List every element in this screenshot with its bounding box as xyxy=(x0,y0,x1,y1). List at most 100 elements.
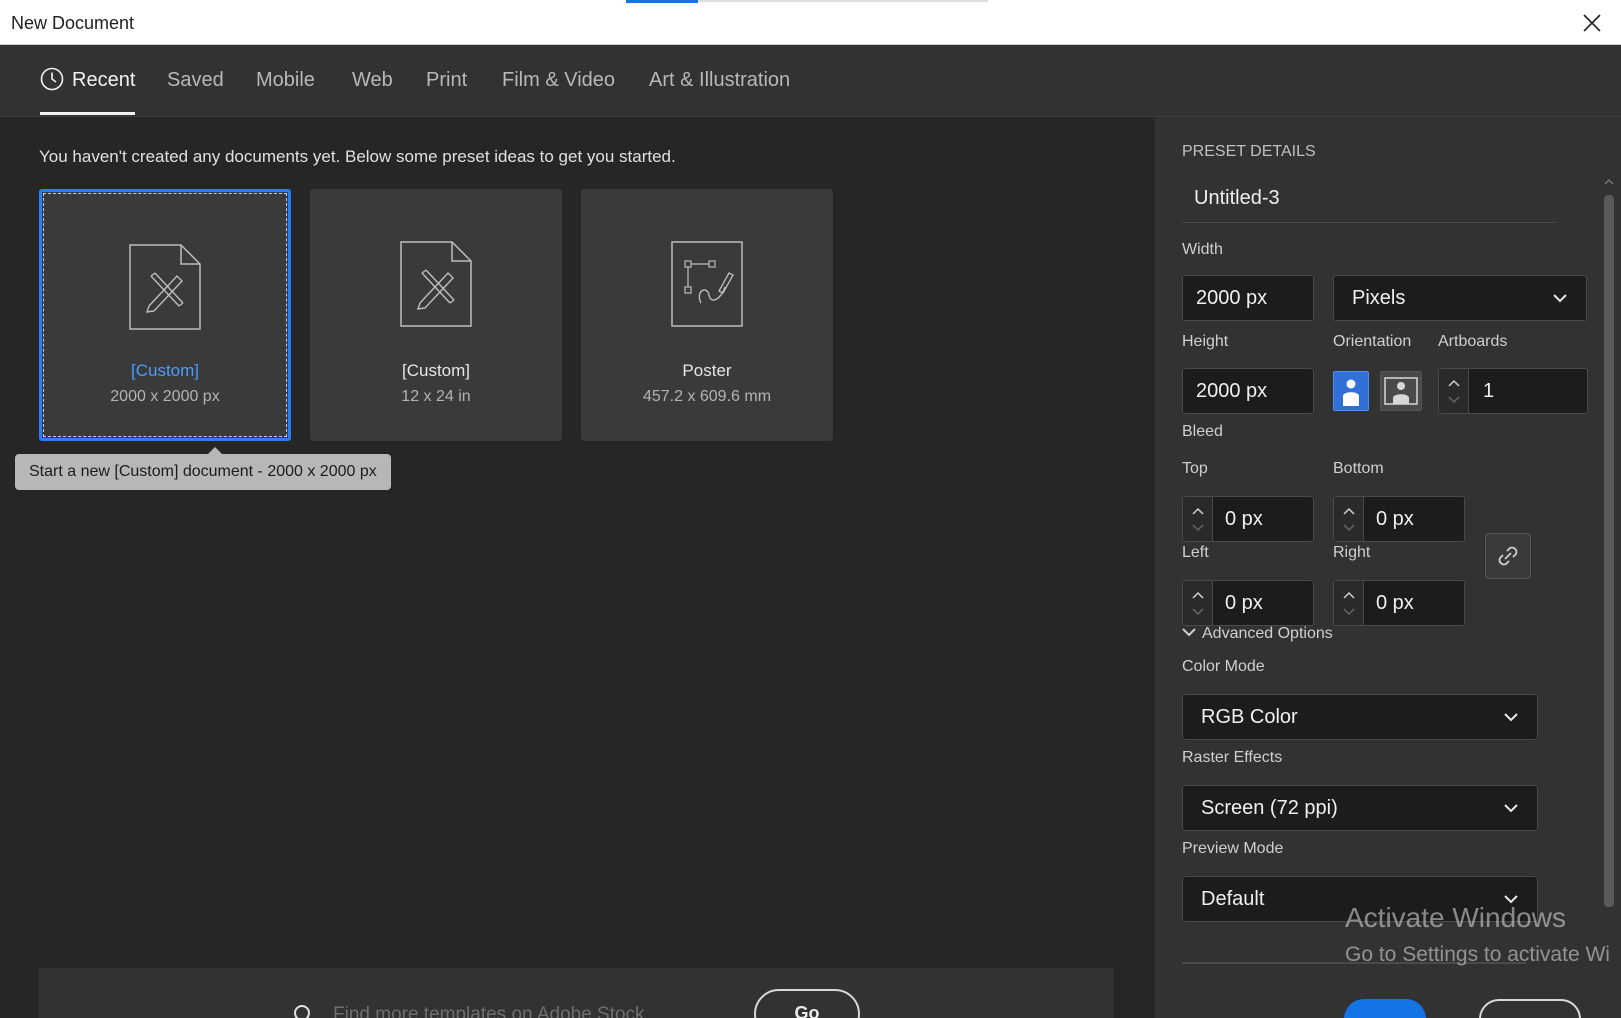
document-path-pen-icon xyxy=(671,241,743,327)
chevron-down-icon[interactable] xyxy=(1342,607,1356,617)
chevron-up-icon[interactable] xyxy=(1191,506,1205,516)
stepper-arrows xyxy=(1439,369,1469,413)
title-accent-bar xyxy=(626,0,698,3)
bleed-right-value: 0 px xyxy=(1376,592,1414,614)
bleed-bottom-value: 0 px xyxy=(1376,508,1414,530)
stock-search-input[interactable] xyxy=(333,1002,713,1018)
raster-effects-value: Screen (72 ppi) xyxy=(1201,797,1338,819)
chevron-down-icon xyxy=(1504,713,1518,722)
activation-watermark-text: Go to Settings to activate Wi xyxy=(1345,943,1610,966)
new-document-dialog: New Document Recent Saved Mobile Web Pri… xyxy=(0,0,1621,1018)
advanced-options-toggle[interactable]: Advanced Options xyxy=(1182,625,1333,643)
chevron-down-icon[interactable] xyxy=(1342,523,1356,533)
units-select[interactable]: Pixels xyxy=(1333,275,1587,321)
presets-area: You haven't created any documents yet. B… xyxy=(0,117,1155,1018)
chevron-up-icon[interactable] xyxy=(1342,590,1356,600)
chevron-up-icon[interactable] xyxy=(1447,378,1461,388)
title-bar: New Document xyxy=(0,0,1621,45)
stepper-arrows xyxy=(1183,581,1213,625)
chevron-up-icon[interactable] xyxy=(1191,590,1205,600)
chevron-down-icon[interactable] xyxy=(1191,523,1205,533)
bleed-top-value: 0 px xyxy=(1225,508,1263,530)
orientation-portrait-button[interactable] xyxy=(1333,371,1369,411)
width-field[interactable]: 2000 px xyxy=(1182,275,1314,321)
chevron-down-icon xyxy=(1553,294,1567,303)
scrollbar-thumb[interactable] xyxy=(1604,195,1614,907)
artboards-stepper[interactable]: 1 xyxy=(1438,368,1588,414)
preset-card-poster[interactable]: Poster 457.2 x 609.6 mm xyxy=(581,189,833,441)
tab-film-video[interactable]: Film & Video xyxy=(502,45,615,117)
tab-print[interactable]: Print xyxy=(426,45,467,117)
stock-search-bar: Go xyxy=(39,968,1114,1018)
preset-card-custom-px[interactable]: [Custom] 2000 x 2000 px xyxy=(39,189,291,441)
title-accent-line xyxy=(698,0,988,2)
tab-recent-label: Recent xyxy=(72,69,136,91)
portrait-person-icon xyxy=(1343,379,1359,406)
chevron-down-icon[interactable] xyxy=(1447,395,1461,405)
tab-mobile[interactable]: Mobile xyxy=(256,45,315,117)
artboards-label: Artboards xyxy=(1438,333,1508,350)
preset-name: [Custom] xyxy=(130,361,200,380)
scroll-up-icon[interactable] xyxy=(1604,177,1614,187)
preset-name: [Custom] xyxy=(401,361,471,380)
bleed-bottom-stepper[interactable]: 0 px xyxy=(1333,496,1465,542)
activation-watermark-title: Activate Windows xyxy=(1345,902,1566,933)
bleed-left-value: 0 px xyxy=(1225,592,1263,614)
bleed-right-stepper[interactable]: 0 px xyxy=(1333,580,1465,626)
tab-saved[interactable]: Saved xyxy=(167,45,224,117)
preset-size: 2000 x 2000 px xyxy=(110,388,220,405)
height-field[interactable]: 2000 px xyxy=(1182,368,1314,414)
close-icon xyxy=(1583,14,1601,32)
tab-web[interactable]: Web xyxy=(352,45,393,117)
link-icon xyxy=(1498,546,1518,566)
tab-art-illustration[interactable]: Art & Illustration xyxy=(649,45,790,117)
preset-size: 12 x 24 in xyxy=(401,388,471,405)
color-mode-select[interactable]: RGB Color xyxy=(1182,694,1538,740)
chevron-down-icon xyxy=(1504,804,1518,813)
stepper-arrows xyxy=(1183,497,1213,541)
units-value: Pixels xyxy=(1352,287,1406,309)
landscape-person-icon xyxy=(1384,377,1418,405)
preset-name: Poster xyxy=(682,361,732,380)
advanced-options-label: Advanced Options xyxy=(1202,625,1333,642)
bleed-top-label: Top xyxy=(1182,460,1208,477)
preview-mode-value: Default xyxy=(1201,888,1265,910)
go-button[interactable]: Go xyxy=(754,989,860,1018)
link-bleed-button[interactable] xyxy=(1485,533,1531,579)
chevron-up-icon[interactable] xyxy=(1342,506,1356,516)
close-dialog-button[interactable] xyxy=(1479,999,1581,1018)
raster-effects-label: Raster Effects xyxy=(1182,749,1283,766)
window-title: New Document xyxy=(11,13,135,33)
preset-card-custom-in[interactable]: [Custom] 12 x 24 in xyxy=(310,189,562,441)
search-icon xyxy=(294,1005,310,1018)
bleed-bottom-label: Bottom xyxy=(1333,460,1384,477)
orientation-landscape-button[interactable] xyxy=(1380,371,1422,411)
chevron-down-icon xyxy=(1182,628,1196,637)
bleed-label: Bleed xyxy=(1182,423,1223,440)
bleed-left-label: Left xyxy=(1182,544,1209,561)
stepper-arrows xyxy=(1334,581,1364,625)
preset-tooltip: Start a new [Custom] document - 2000 x 2… xyxy=(15,447,391,490)
bleed-left-stepper[interactable]: 0 px xyxy=(1182,580,1314,626)
clock-icon xyxy=(40,67,64,91)
artboards-value: 1 xyxy=(1483,380,1495,402)
bleed-top-stepper[interactable]: 0 px xyxy=(1182,496,1314,542)
preset-size: 457.2 x 609.6 mm xyxy=(642,388,772,405)
width-label: Width xyxy=(1182,241,1223,258)
preset-category-tabs: Recent Saved Mobile Web Print Film & Vid… xyxy=(0,45,1621,117)
preset-details-panel: PRESET DETAILS Untitled-3 Width 2000 px … xyxy=(1155,117,1621,1018)
chevron-down-icon[interactable] xyxy=(1191,607,1205,617)
bleed-right-label: Right xyxy=(1333,544,1371,561)
document-ruler-pencil-icon xyxy=(129,244,201,330)
tab-recent[interactable]: Recent xyxy=(40,45,136,117)
preset-details-header: PRESET DETAILS xyxy=(1182,143,1316,160)
raster-effects-select[interactable]: Screen (72 ppi) xyxy=(1182,785,1538,831)
details-scrollbar[interactable] xyxy=(1601,177,1617,947)
height-label: Height xyxy=(1182,333,1229,350)
preview-mode-label: Preview Mode xyxy=(1182,840,1284,857)
intro-text: You haven't created any documents yet. B… xyxy=(39,147,676,166)
close-button[interactable] xyxy=(1579,10,1605,36)
create-button[interactable] xyxy=(1344,999,1426,1018)
stepper-arrows xyxy=(1334,497,1364,541)
document-name-field[interactable]: Untitled-3 xyxy=(1182,175,1556,223)
